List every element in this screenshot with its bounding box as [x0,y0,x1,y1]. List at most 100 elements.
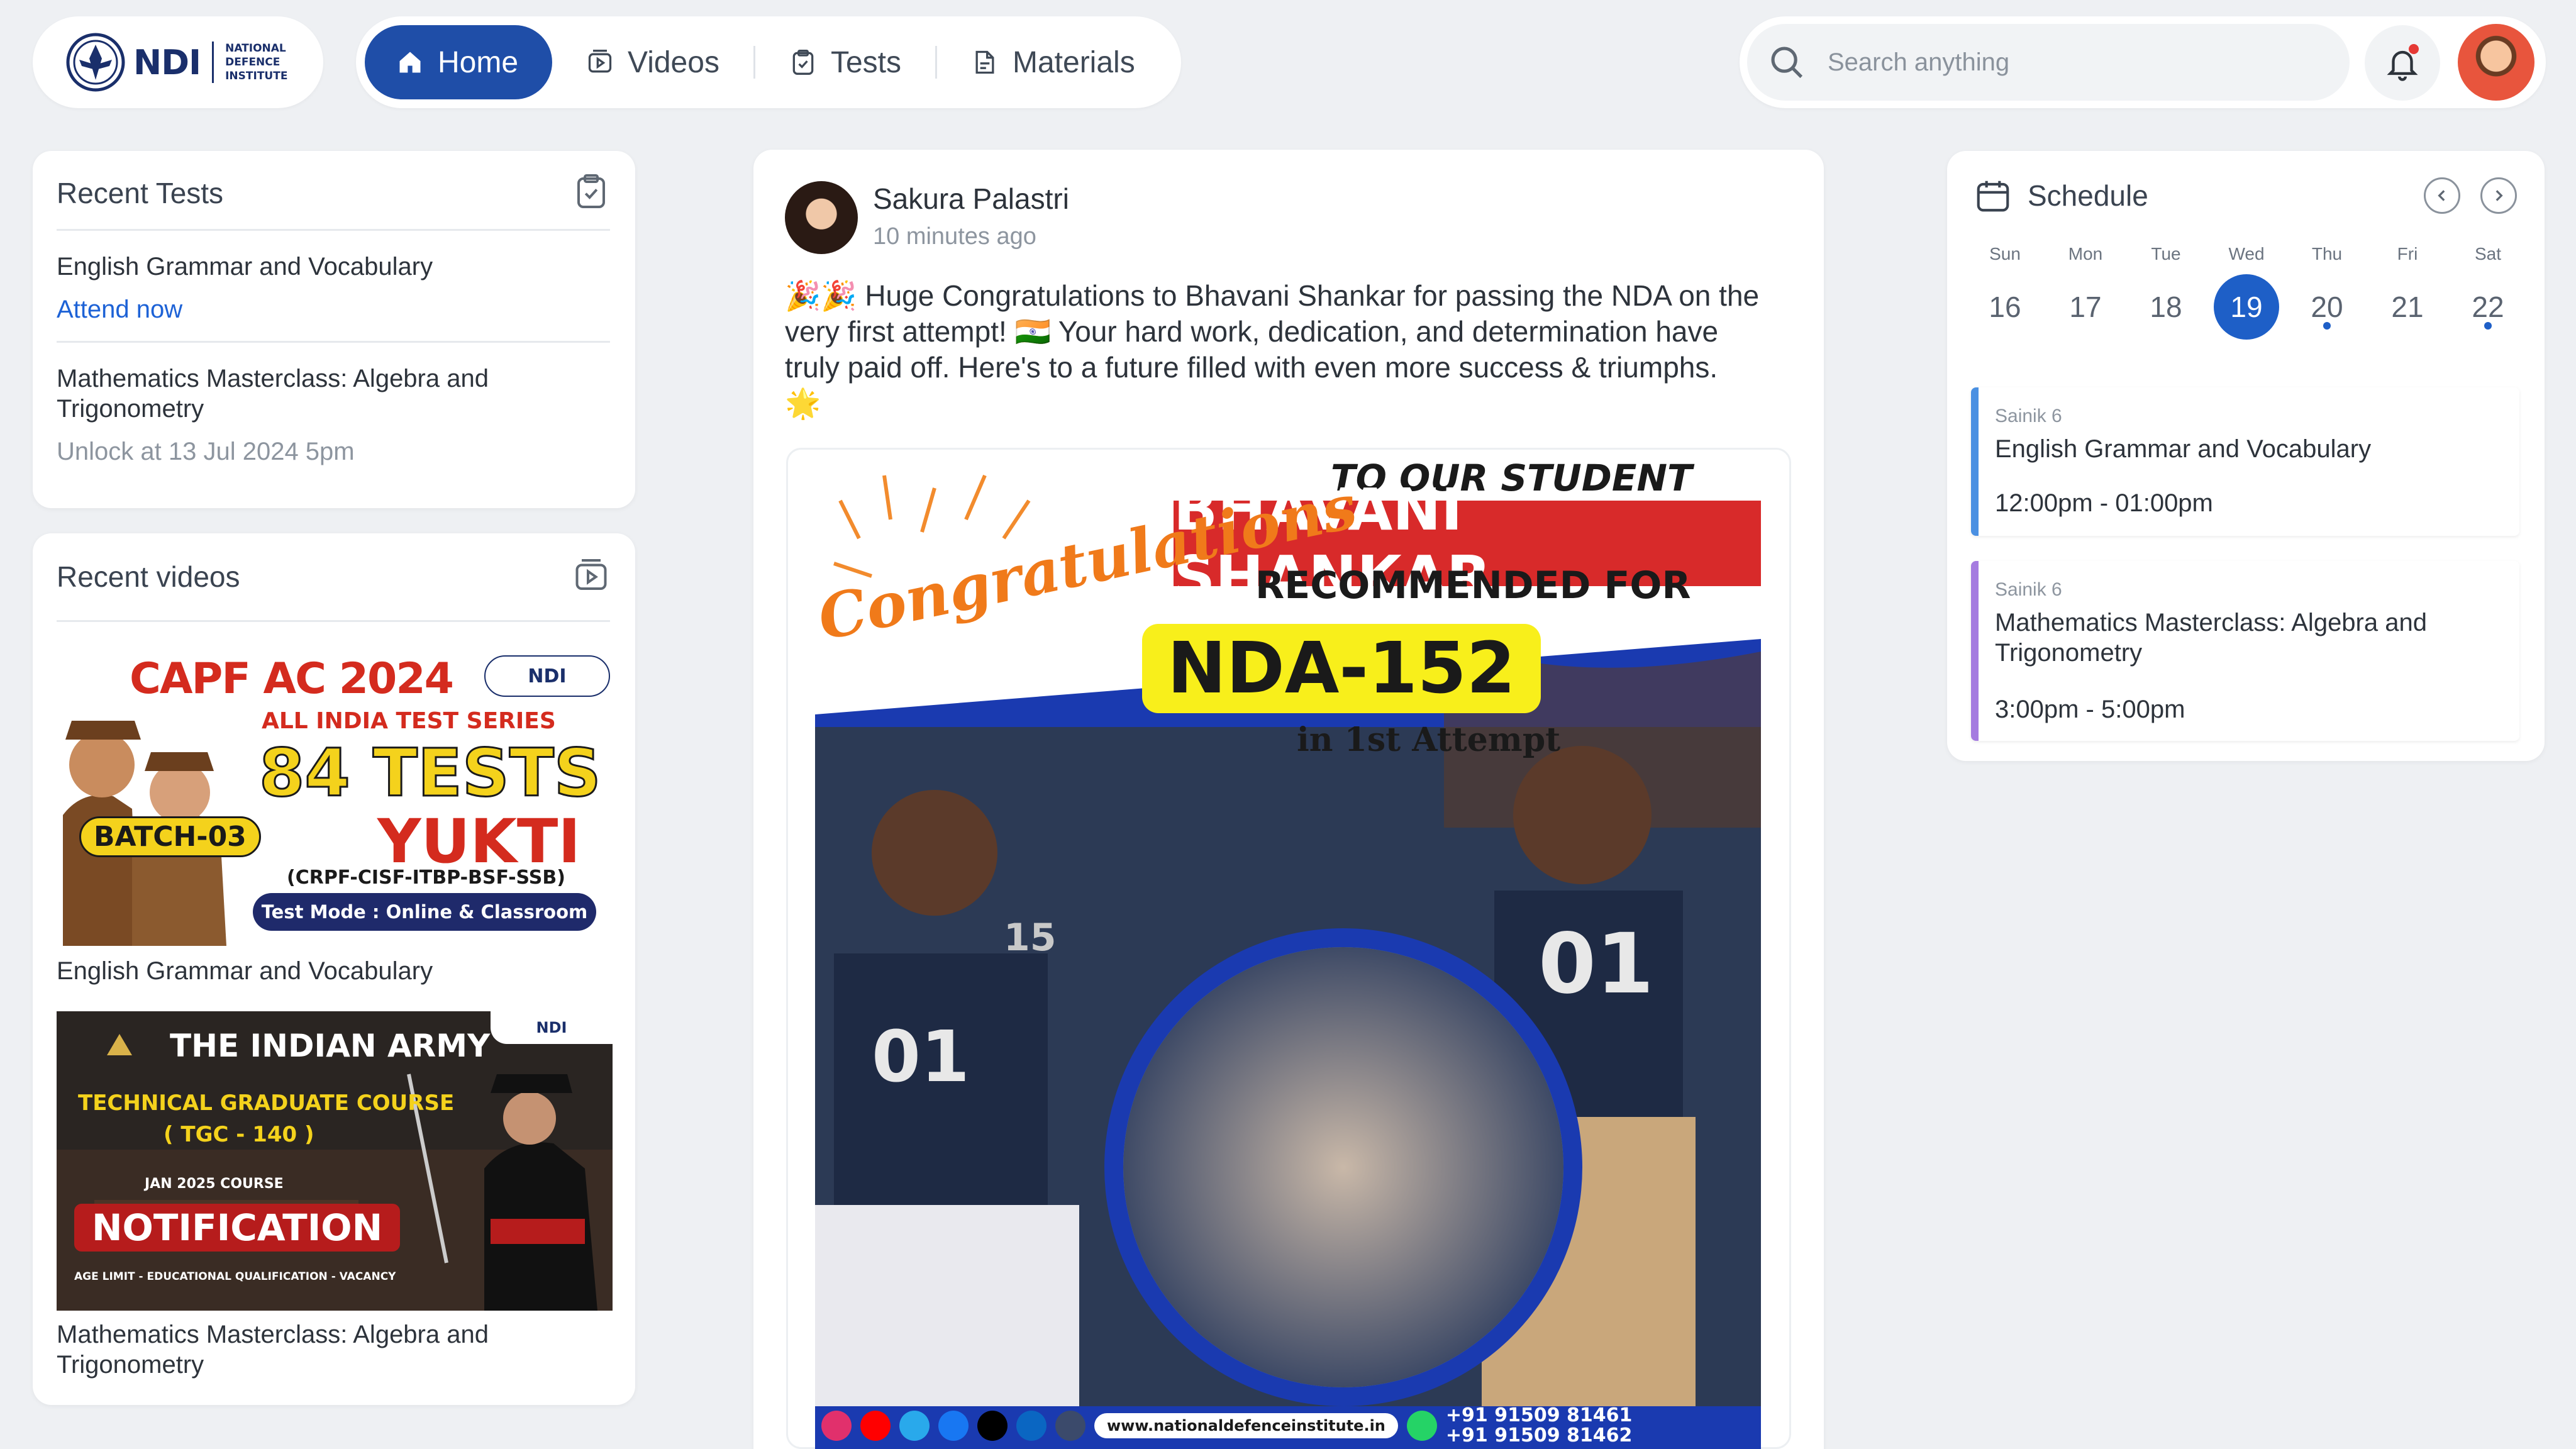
schedule-event[interactable]: Sainik 6 English Grammar and Vocabulary … [1971,387,2519,536]
post-author[interactable]: Sakura Palastri [873,184,1069,214]
test-name: English Grammar and Vocabulary [57,253,433,280]
logo-sub-line: INSTITUTE [225,70,288,82]
thumb-subtitle: TECHNICAL GRADUATE COURSE [78,1091,455,1116]
poster-recommended: RECOMMENDED FOR [1255,564,1691,608]
event-indicator-dot [2484,322,2492,330]
video-icon [588,50,612,73]
video-thumbnail[interactable]: THE INDIAN ARMY NDI TECHNICAL GRADUATE C… [57,1011,613,1311]
calendar-day[interactable]: 18 [2133,274,2199,340]
video-caption: Mathematics Masterclass: Algebra and Tri… [57,1319,489,1380]
calendar-day[interactable]: 20 [2294,274,2360,340]
divider [57,341,610,343]
clipboard-icon[interactable] [572,172,610,210]
document-icon [975,50,994,74]
search-input[interactable] [1828,48,2306,77]
recent-videos-card: Recent videos CAPF AC 2024 NDI ALL INDIA… [33,533,635,1405]
youtube-icon [860,1411,891,1441]
event-title: Mathematics Masterclass: Algebra and Tri… [1995,608,2427,668]
event-group: Sainik 6 [1995,579,2062,600]
nav-home-label: Home [438,45,519,79]
facebook-icon [938,1411,969,1441]
post-body-line: 🎉🎉 Huge Congratulations to Bhavani Shank… [785,279,1760,312]
test-name-line: Mathematics Masterclass: Algebra and [57,365,489,392]
weekday-label: Sat [2474,244,2502,264]
logo-sub-line: DEFENCE [225,56,280,69]
post-body: 🎉🎉 Huge Congratulations to Bhavani Shank… [785,278,1804,421]
calendar-day[interactable]: 21 [2375,274,2440,340]
divider [57,620,610,622]
prev-week-button[interactable] [2424,177,2460,214]
test-name-line: Trigonometry [57,395,204,423]
congratulations-poster[interactable]: TO OUR STUDENT BHAVANI SHANKAR Congratul… [815,450,1761,1449]
event-group: Sainik 6 [1995,406,2062,426]
video-caption: English Grammar and Vocabulary [57,957,433,985]
nav-home[interactable]: Home [365,25,553,99]
poster-footer: www.nationaldefenceinstitute.in +91 9150… [815,1402,1761,1449]
nav-tests-label: Tests [830,45,901,79]
poster-attempt: in 1st Attempt [1297,721,1561,759]
globe-icon [1055,1411,1085,1441]
brand-logo[interactable]: NDI NATIONAL DEFENCE INSTITUTE [33,16,323,108]
nav-materials[interactable]: Materials [937,25,1169,99]
event-indicator-dot [2323,322,2331,330]
weekday-label: Wed [2228,244,2265,264]
chevron-right-icon [2496,190,2503,201]
thumb-subtitle: ALL INDIA TEST SERIES [262,708,556,734]
event-color-bar [1971,561,1979,741]
logo-divider [212,42,214,83]
poster-phone: +91 91509 81461 [1445,1404,1633,1426]
thumb-course: ( TGC - 140 ) [164,1122,314,1147]
weekday-label: Thu [2311,244,2343,264]
thumb-footer: AGE LIMIT - EDUCATIONAL QUALIFICATION - … [74,1270,396,1283]
home-icon [399,52,421,73]
poster-jersey-number: 01 [872,1016,970,1098]
logo-subtitle: NATIONAL DEFENCE INSTITUTE [225,42,287,83]
phone-icon [1406,1411,1437,1441]
schedule-event[interactable]: Sainik 6 Mathematics Masterclass: Algebr… [1971,561,2519,741]
user-avatar[interactable] [2458,24,2534,101]
nav-videos-label: Videos [628,45,719,79]
calendar-day[interactable]: 17 [2053,274,2118,340]
post-time: 10 minutes ago [873,223,1036,250]
thumb-batch: BATCH-03 [79,816,261,857]
event-color-bar [1971,387,1979,536]
nav-materials-label: Materials [1012,45,1135,79]
weekday-label: Fri [2397,244,2418,264]
thumb-big-text: NOTIFICATION [74,1204,401,1252]
recent-tests-card: Recent Tests English Grammar and Vocabul… [33,151,635,508]
thumb-forces: (CRPF-CISF-ITBP-BSF-SSB) [287,867,565,889]
poster-exam: NDA-152 [1142,624,1541,713]
video-caption-line: Trigonometry [57,1351,204,1379]
thumb-date: JAN 2025 COURSE [145,1176,284,1192]
attend-now-link[interactable]: Attend now [57,294,182,325]
video-icon[interactable] [572,557,610,595]
logo-sub-line: NATIONAL [225,42,286,55]
calendar-day-selected[interactable]: 19 [2214,274,2279,340]
schedule-card: Schedule Sun Mon Tue Wed Thu Fri Sat 16 … [1947,151,2545,761]
calendar-day[interactable]: 16 [1972,274,2038,340]
post-body-line: truly paid off. Here's to a future fille… [785,351,1718,384]
calendar-icon [1977,180,2009,212]
header-actions [1740,16,2546,108]
main-nav: Home Videos Tests Materials [356,16,1181,108]
x-icon [977,1411,1008,1441]
recent-tests-title: Recent Tests [57,177,224,209]
notification-dot [2409,44,2419,54]
nav-tests[interactable]: Tests [755,25,935,99]
poster-jersey-number: 01 [1538,916,1654,1013]
post-body-line: 🌟 [785,387,821,419]
weekday-label: Mon [2068,244,2103,264]
unlock-status: Unlock at 13 Jul 2024 5pm [57,438,355,465]
clipboard-icon [792,50,814,75]
video-thumbnail[interactable]: CAPF AC 2024 NDI ALL INDIA TEST SERIES 8… [57,652,613,946]
test-name: Mathematics Masterclass: Algebra and Tri… [57,364,489,424]
search-bar[interactable] [1747,24,2350,101]
nav-videos[interactable]: Videos [552,25,753,99]
next-week-button[interactable] [2480,177,2517,214]
notifications-button[interactable] [2365,25,2440,101]
author-avatar[interactable] [785,181,858,254]
search-icon [1771,47,1803,79]
recent-videos-title: Recent videos [57,560,240,593]
schedule-title: Schedule [2028,179,2148,212]
calendar-day[interactable]: 22 [2455,274,2521,340]
